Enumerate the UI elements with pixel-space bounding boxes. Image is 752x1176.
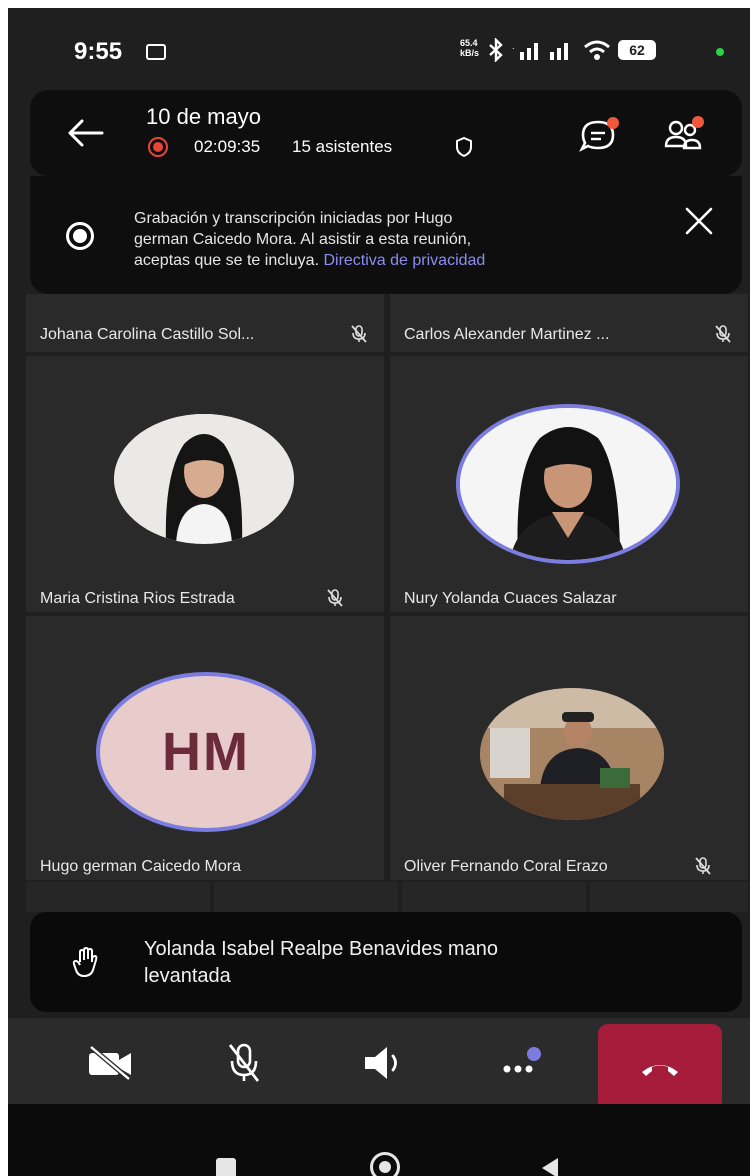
- wifi-icon: [584, 40, 610, 60]
- thumbnail-tile[interactable]: [214, 882, 398, 912]
- participants-badge: [692, 116, 704, 128]
- participant-tile-6[interactable]: Oliver Fernando Coral Erazo: [390, 616, 748, 880]
- battery-level: 62: [629, 42, 645, 58]
- participant-tile-2[interactable]: Carlos Alexander Martinez ...: [390, 294, 748, 352]
- raised-hand-message: Yolanda Isabel Realpe Benavides mano lev…: [144, 936, 498, 990]
- participant-photo: [114, 414, 294, 544]
- recording-message-line-3: aceptas que se te incluya.: [134, 252, 320, 269]
- status-time: 9:55: [74, 38, 123, 65]
- system-nav-bar: [8, 1104, 750, 1176]
- mic-toggle-button[interactable]: [214, 1038, 274, 1088]
- participant-name: Johana Carolina Castillo Sol...: [40, 326, 255, 343]
- signal-icon-2: [550, 43, 568, 60]
- participant-name: Maria Cristina Rios Estrada: [40, 590, 235, 607]
- active-indicator-dot: [716, 48, 724, 56]
- thumbnail-tile[interactable]: [26, 882, 210, 912]
- mic-off-icon: [327, 589, 343, 607]
- thumbnail-tile[interactable]: [402, 882, 586, 912]
- participant-name: Carlos Alexander Martinez ...: [404, 326, 610, 343]
- recording-message-line-2: german Caicedo Mora. Al asistir a esta r…: [134, 231, 472, 248]
- recent-apps-button[interactable]: [216, 1158, 236, 1176]
- network-speed-unit: kB/s: [460, 48, 480, 58]
- shield-icon[interactable]: [454, 136, 474, 158]
- recording-message: Grabación y transcripción iniciadas por …: [134, 208, 485, 271]
- raised-hand-message-line-1: Yolanda Isabel Realpe Benavides mano: [144, 938, 498, 960]
- privacy-policy-link[interactable]: Directiva de privacidad: [323, 252, 485, 269]
- mic-off-icon: [351, 325, 367, 343]
- thumbnail-strip: [26, 882, 748, 912]
- avatar-initials: HM: [162, 722, 250, 782]
- participant-tile-1[interactable]: Johana Carolina Castillo Sol...: [26, 294, 384, 352]
- mic-off-icon: [715, 325, 731, 343]
- speaker-button[interactable]: [354, 1038, 414, 1088]
- network-speed: 65.4 kB/s: [460, 38, 479, 58]
- home-button[interactable]: [370, 1152, 400, 1176]
- camera-toggle-button[interactable]: [80, 1038, 140, 1088]
- recording-icon: [148, 137, 168, 157]
- close-icon[interactable]: [684, 206, 714, 236]
- meeting-title: 10 de mayo: [146, 104, 261, 129]
- signal-icon-1: .: [512, 41, 538, 60]
- participants-icon[interactable]: [662, 114, 706, 156]
- more-badge: [527, 1047, 541, 1061]
- back-arrow-icon[interactable]: [66, 118, 104, 148]
- bluetooth-icon: [489, 38, 503, 62]
- recording-status-icon: [66, 222, 94, 250]
- recording-banner: Grabación y transcripción iniciadas por …: [30, 176, 742, 294]
- raised-hand-message-line-2: levantada: [144, 965, 231, 987]
- participant-name: Nury Yolanda Cuaces Salazar: [404, 590, 617, 607]
- participant-name: Oliver Fernando Coral Erazo: [404, 858, 608, 875]
- participant-tile-4[interactable]: Nury Yolanda Cuaces Salazar: [390, 356, 748, 612]
- meeting-duration: 02:09:35: [194, 137, 261, 156]
- screenshot-icon: [146, 44, 166, 60]
- more-icon: [503, 1047, 541, 1073]
- attendee-count: 15 asistentes: [292, 137, 393, 156]
- participant-avatar-speaking: [456, 404, 680, 564]
- end-call-button[interactable]: [598, 1024, 722, 1112]
- chat-icon[interactable]: [578, 116, 620, 156]
- more-options-button[interactable]: [492, 1038, 552, 1088]
- meeting-header: 10 de mayo 02:09:35 15 asistentes: [30, 90, 742, 176]
- status-bar: 9:55 65.4 kB/s . 62: [8, 8, 750, 88]
- camera-off-icon: [89, 1045, 131, 1081]
- thumbnail-tile[interactable]: [590, 882, 748, 912]
- back-button[interactable]: [538, 1156, 562, 1176]
- participant-avatar: [480, 688, 664, 820]
- chat-badge: [607, 117, 619, 129]
- participant-avatar: [114, 414, 294, 544]
- speaker-icon: [365, 1047, 397, 1079]
- hang-up-icon: [642, 1065, 678, 1076]
- participant-tile-3[interactable]: Maria Cristina Rios Estrada: [26, 356, 384, 612]
- recording-message-line-1: Grabación y transcripción iniciadas por …: [134, 210, 453, 227]
- meeting-screen: 9:55 65.4 kB/s . 62 10 de mayo 02:09:35 …: [8, 8, 750, 1176]
- participant-photo: [480, 688, 664, 820]
- raised-hand-icon: [72, 947, 98, 977]
- initials-avatar: HM: [96, 672, 316, 832]
- participant-tile-5[interactable]: HM Hugo german Caicedo Mora: [26, 616, 384, 880]
- mic-off-icon: [228, 1043, 260, 1082]
- mic-off-icon: [695, 857, 711, 875]
- network-speed-value: 65.4: [460, 38, 478, 48]
- participant-name: Hugo german Caicedo Mora: [40, 858, 241, 875]
- participant-photo: [460, 408, 676, 560]
- svg-text:.: .: [512, 41, 515, 51]
- battery-icon: 62: [618, 40, 656, 60]
- raised-hand-notification[interactable]: Yolanda Isabel Realpe Benavides mano lev…: [30, 912, 742, 1012]
